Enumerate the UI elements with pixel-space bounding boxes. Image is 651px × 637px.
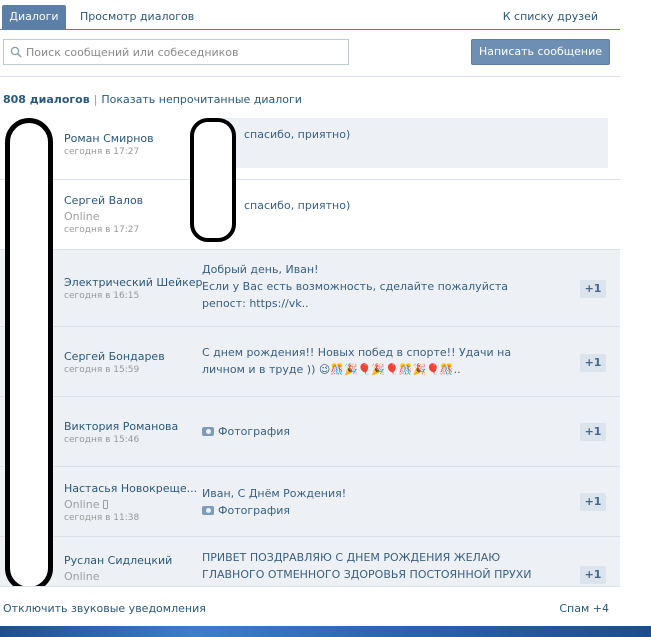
search-input[interactable] — [26, 40, 344, 64]
dialog-row[interactable]: Сергей Бондарев сегодня в 15:59 С днем р… — [0, 327, 620, 397]
message-line: ПРИВЕТ ПОЗДРАВЛЯЮ С ДНЕМ РОЖДЕНИЯ ЖЕЛАЮ — [202, 551, 501, 564]
search-icon — [10, 46, 22, 58]
redaction-mark — [190, 118, 236, 242]
tab-dialogs[interactable]: Диалоги — [2, 5, 66, 29]
dialog-row[interactable]: Сергей Валов Online сегодня в 17:27 спас… — [0, 180, 620, 250]
online-status: Online — [64, 498, 109, 511]
dialog-name[interactable]: Виктория Романова — [64, 420, 178, 433]
dialog-time: сегодня в 15:59 — [64, 365, 140, 375]
dialog-name[interactable]: Роман Смирнов — [64, 132, 154, 145]
show-unread-link[interactable]: Показать непрочитанные диалоги — [101, 93, 302, 106]
dialog-name[interactable]: Электрический Шейкер — [64, 276, 203, 289]
dialog-row[interactable]: Руслан Сидлецкий Online ПРИВЕТ ПОЗДРАВЛЯ… — [0, 537, 620, 586]
dialog-name[interactable]: Руслан Сидлецкий — [64, 554, 172, 567]
redaction-mark — [5, 118, 53, 592]
dialog-name[interactable]: Настасья Новокреще... — [64, 482, 197, 495]
dialog-row[interactable]: Электрический Шейкер сегодня в 16:15 Доб… — [0, 250, 620, 327]
dialog-row[interactable]: Настасья Новокреще... Online сегодня в 1… — [0, 467, 620, 537]
tab-view-dialogs[interactable]: Просмотр диалогов — [70, 5, 204, 29]
message-line: Иван, С Днём Рождения! — [202, 487, 347, 500]
attachment-label: Фотография — [218, 504, 291, 517]
message-line: ГЛАВНОГО ОТМЕННОГО ЗДОРОВЬЯ ПОСТОЯННОЙ П… — [202, 568, 532, 581]
dialog-message: спасибо, приятно) — [244, 128, 351, 141]
message-line: Если у Вас есть возможность, сделайте по… — [202, 280, 509, 293]
search-box[interactable] — [3, 39, 349, 65]
phone-icon — [103, 500, 109, 509]
dialog-time: сегодня в 11:38 — [64, 513, 140, 523]
message-line: С днем рождения!! Новых побед в спорте!!… — [202, 346, 512, 359]
dialog-message: спасибо, приятно) — [244, 199, 351, 212]
unread-badge[interactable]: +1 — [580, 423, 606, 441]
divider — [0, 76, 620, 77]
friends-list-link[interactable]: К списку друзей — [493, 5, 608, 29]
dialog-list: Роман Смирнов сегодня в 17:27 спасибо, п… — [0, 110, 620, 586]
dialog-name[interactable]: Сергей Валов — [64, 194, 143, 207]
message-line: репост: https://vk.. — [202, 297, 309, 310]
unread-badge[interactable]: +1 — [580, 493, 606, 511]
unread-badge[interactable]: +1 — [580, 566, 606, 584]
online-label: Online — [64, 498, 100, 511]
message-line-text: личном и в труде )) — [202, 363, 316, 376]
message-line: личном и в труде )) 😉🎊🎉🎈🎉🎈🎊🎉🎈🎊.. — [202, 361, 572, 378]
dialog-name[interactable]: Сергей Бондарев — [64, 350, 165, 363]
unread-badge[interactable]: +1 — [580, 280, 606, 298]
online-status: Online — [64, 210, 100, 223]
dialogs-summary: 808 диалогов | Показать непрочитанные диал… — [3, 93, 302, 106]
dialog-message: ПРИВЕТ ПОЗДРАВЛЯЮ С ДНЕМ РОЖДЕНИЯ ЖЕЛАЮ … — [202, 549, 572, 583]
dialog-time: сегодня в 15:46 — [64, 435, 140, 445]
tabs-bar: Диалоги Просмотр диалогов К списку друзе… — [0, 0, 620, 34]
photo-icon — [202, 427, 214, 436]
footer-bar: Отключить звуковые уведомления Спам +4 — [0, 586, 620, 626]
emoji-sequence: 😉🎊🎉🎈🎉🎈🎊🎉🎈🎊.. — [318, 363, 461, 376]
online-status: Online — [64, 570, 100, 583]
message-line: Добрый день, Иван! — [202, 263, 319, 276]
dialog-time: сегодня в 16:15 — [64, 291, 140, 301]
dialog-row[interactable]: Роман Смирнов сегодня в 17:27 спасибо, п… — [0, 110, 620, 180]
sound-notifications-toggle[interactable]: Отключить звуковые уведомления — [3, 602, 206, 615]
dialog-message: Иван, С Днём Рождения! Фотография — [202, 485, 572, 519]
dialog-time: сегодня в 17:27 — [64, 225, 140, 235]
attachment-label: Фотография — [218, 425, 291, 438]
dialog-message: С днем рождения!! Новых побед в спорте!!… — [202, 344, 572, 378]
dialog-message: Фотография — [202, 423, 572, 440]
photo-icon — [202, 506, 214, 515]
os-taskbar — [0, 626, 651, 637]
dialog-time: сегодня в 17:27 — [64, 147, 140, 157]
dialog-message: Добрый день, Иван! Если у Вас есть возмо… — [202, 261, 572, 312]
message-attachment: Фотография — [202, 502, 572, 519]
tabs-divider — [0, 29, 620, 30]
dialog-row[interactable]: Виктория Романова сегодня в 15:46 Фотогр… — [0, 397, 620, 467]
spam-link[interactable]: Спам +4 — [559, 602, 609, 615]
summary-separator: | — [93, 93, 98, 106]
unread-badge[interactable]: +1 — [580, 354, 606, 372]
dialogs-count: 808 диалогов — [3, 93, 90, 106]
write-message-button[interactable]: Написать сообщение — [471, 39, 610, 65]
